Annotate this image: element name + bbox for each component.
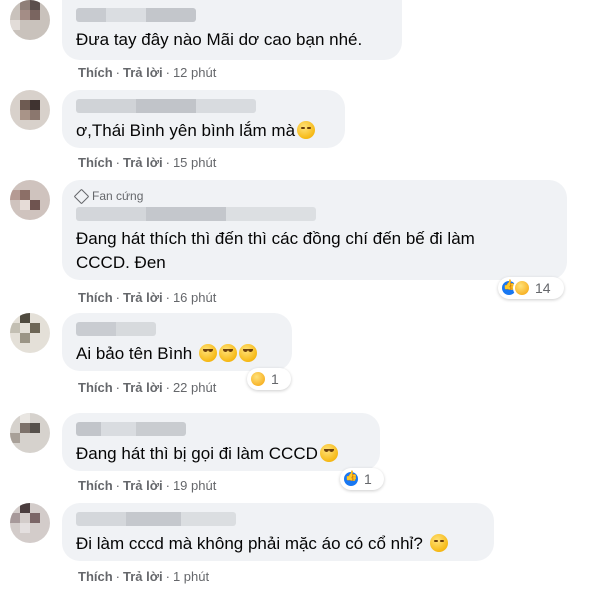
avatar[interactable]	[10, 313, 50, 353]
comment-bubble: Đưa tay đây nào Mãi dơ cao bạn nhé.	[62, 0, 402, 60]
comment-bubble: Đang hát thì bị gọi đi làm CCCD	[62, 413, 380, 471]
rofl-emoji-icon	[219, 344, 237, 362]
timestamp[interactable]: 16 phút	[173, 290, 216, 305]
diamond-icon	[73, 188, 90, 204]
author-name[interactable]	[76, 8, 196, 22]
author-name[interactable]	[76, 322, 156, 336]
comment-text: Đang hát thì bị gọi đi làm CCCD	[76, 444, 338, 463]
reply-link[interactable]: Trả lời	[123, 478, 163, 493]
timestamp[interactable]: 1 phút	[173, 569, 209, 584]
timestamp[interactable]: 15 phút	[173, 155, 216, 170]
like-link[interactable]: Thích	[78, 380, 113, 395]
comment-actions: Thích · Trả lời · 12 phút	[78, 65, 217, 80]
relieved-emoji-icon	[429, 534, 448, 552]
comment-text: Ai bảo tên Bình	[76, 344, 257, 363]
reaction-summary[interactable]: 1	[247, 368, 291, 390]
like-reaction-icon	[342, 470, 360, 488]
avatar[interactable]	[10, 180, 50, 220]
author-name[interactable]	[76, 512, 236, 526]
comment-bubble: ơ,Thái Bình yên bình lắm mà	[62, 90, 345, 148]
timestamp[interactable]: 22 phút	[173, 380, 216, 395]
comment-text: Đang hát thích thì đến thì các đồng chí …	[76, 229, 475, 272]
like-link[interactable]: Thích	[78, 290, 113, 305]
reaction-count: 1	[364, 471, 372, 487]
relieved-emoji-icon	[297, 121, 316, 139]
like-link[interactable]: Thích	[78, 65, 113, 80]
reaction-summary[interactable]: 14	[498, 277, 564, 299]
author-name[interactable]	[76, 422, 186, 436]
haha-reaction-icon	[513, 279, 531, 297]
comment-text: ơ,Thái Bình yên bình lắm mà	[76, 121, 316, 140]
comment-bubble: Ai bảo tên Bình	[62, 313, 292, 371]
wow-reaction-icon	[249, 370, 267, 388]
reply-link[interactable]: Trả lời	[123, 65, 163, 80]
comment-text: Đi làm cccd mà không phải mặc áo có cổ n…	[76, 534, 448, 553]
avatar[interactable]	[10, 90, 50, 130]
comment-actions: Thích · Trả lời · 19 phút	[78, 478, 217, 493]
reply-link[interactable]: Trả lời	[123, 290, 163, 305]
avatar[interactable]	[10, 0, 50, 40]
comment-text: Đưa tay đây nào Mãi dơ cao bạn nhé.	[76, 30, 363, 49]
fan-badge[interactable]: Fan cứng	[73, 188, 553, 204]
rofl-emoji-icon	[239, 344, 257, 362]
comment-actions: Thích · Trả lời · 15 phút	[78, 155, 217, 170]
reply-link[interactable]: Trả lời	[123, 380, 163, 395]
comment-actions: Thích · Trả lời · 16 phút	[78, 290, 217, 305]
timestamp[interactable]: 19 phút	[173, 478, 216, 493]
comment-actions: Thích · Trả lời · 1 phút	[78, 569, 210, 584]
reply-link[interactable]: Trả lời	[123, 569, 163, 584]
reaction-count: 14	[535, 280, 551, 296]
joy-emoji-icon	[319, 444, 338, 462]
reaction-summary[interactable]: 1	[340, 468, 384, 490]
avatar[interactable]	[10, 413, 50, 453]
comment-bubble: Đi làm cccd mà không phải mặc áo có cổ n…	[62, 503, 494, 561]
avatar[interactable]	[10, 503, 50, 543]
author-name[interactable]	[76, 99, 256, 113]
like-link[interactable]: Thích	[78, 569, 113, 584]
author-name[interactable]	[76, 207, 316, 221]
reaction-count: 1	[271, 371, 279, 387]
comment-bubble: Fan cứng Đang hát thích thì đến thì các …	[62, 180, 567, 280]
reply-link[interactable]: Trả lời	[123, 155, 163, 170]
like-link[interactable]: Thích	[78, 155, 113, 170]
timestamp[interactable]: 12 phút	[173, 65, 216, 80]
rofl-emoji-icon	[199, 344, 217, 362]
like-link[interactable]: Thích	[78, 478, 113, 493]
comment-actions: Thích · Trả lời · 22 phút	[78, 380, 217, 395]
